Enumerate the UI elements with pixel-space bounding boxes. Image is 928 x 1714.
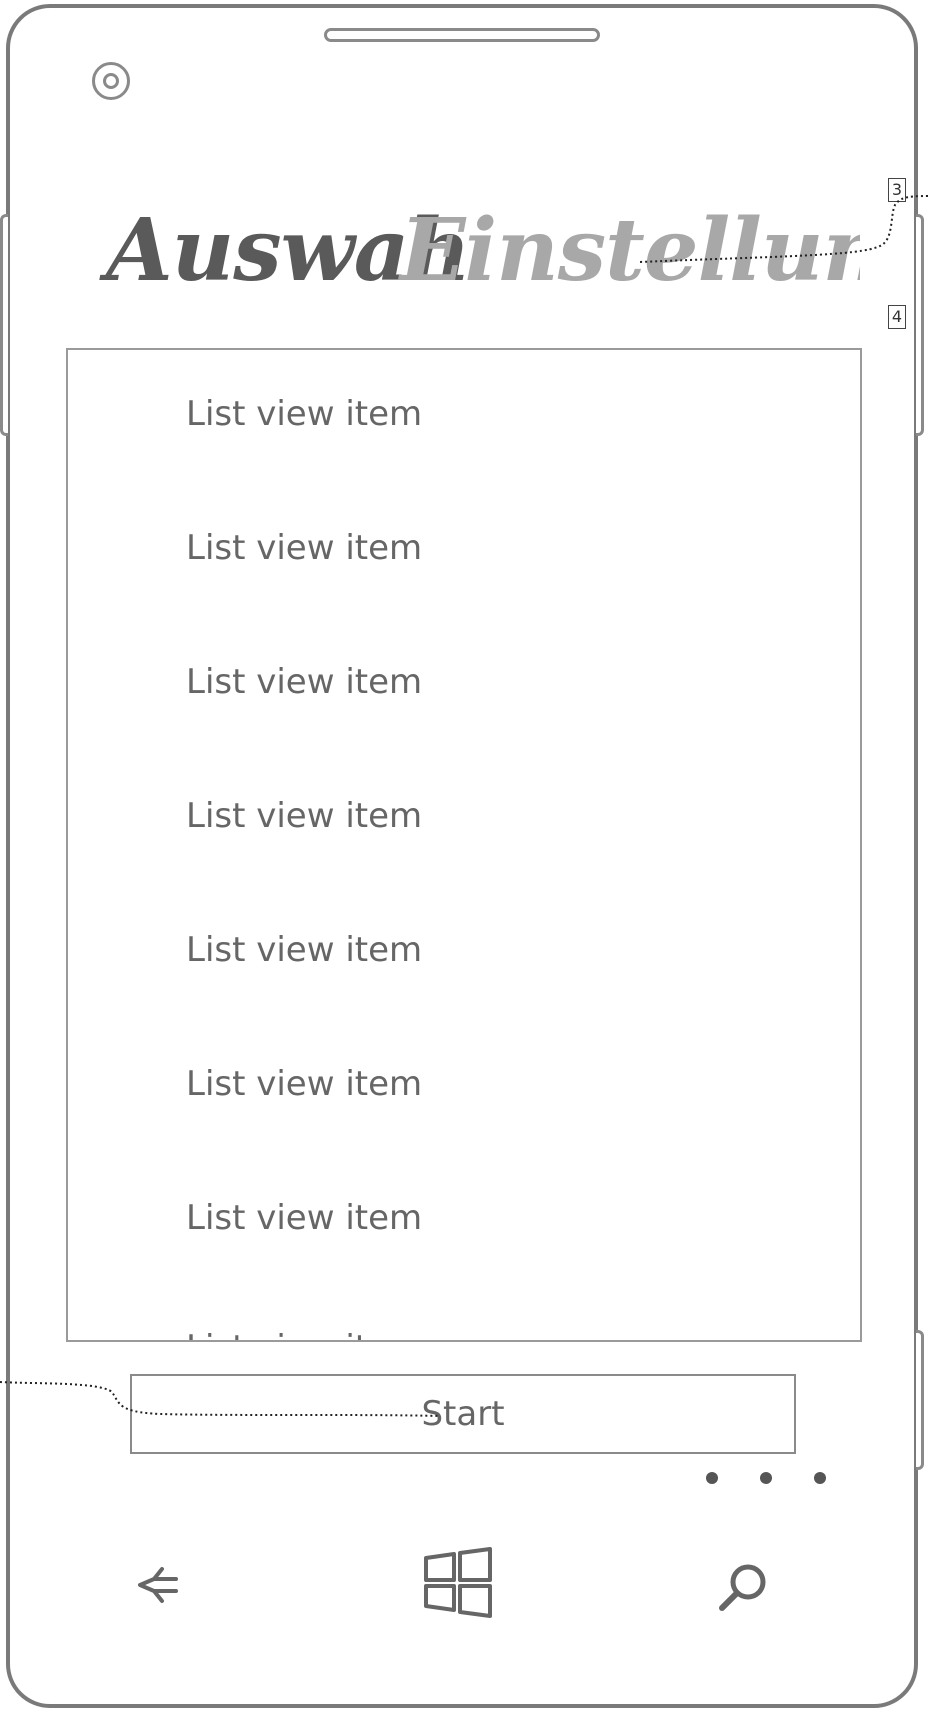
list-item[interactable]: List view item: [186, 528, 422, 568]
volume-button: [916, 214, 924, 436]
list-item[interactable]: List view item: [186, 662, 422, 702]
list-item[interactable]: List view item: [186, 1328, 422, 1340]
list-view[interactable]: List view item List view item List view …: [66, 348, 862, 1342]
camera-icon: [92, 62, 130, 100]
back-arrow-icon[interactable]: [132, 1560, 184, 1610]
list-item[interactable]: List view item: [186, 394, 422, 434]
pivot-tab-einstellungen[interactable]: Einstellungen: [400, 200, 860, 301]
list-item[interactable]: List view item: [186, 930, 422, 970]
windows-logo-icon[interactable]: [422, 1546, 494, 1618]
callout-marker-3: 3: [888, 178, 906, 202]
speaker-grill: [324, 28, 600, 42]
callout-marker-4: 4: [888, 305, 906, 329]
list-item[interactable]: List view item: [186, 1064, 422, 1104]
pivot-header: Auswah Einstellungen: [0, 200, 860, 310]
search-icon[interactable]: [714, 1560, 772, 1616]
list-item[interactable]: List view item: [186, 1198, 422, 1238]
list-item[interactable]: List view item: [186, 796, 422, 836]
ellipsis-icon[interactable]: [700, 1468, 840, 1488]
power-button: [916, 1330, 924, 1470]
start-button[interactable]: Start: [130, 1374, 796, 1454]
